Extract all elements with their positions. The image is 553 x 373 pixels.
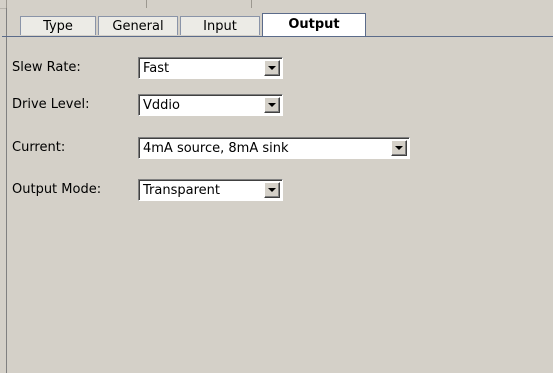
current-value: 4mA source, 8mA sink [143, 141, 289, 156]
tab-label: Output [288, 17, 340, 32]
output-tab-content: Slew Rate: Fast Drive Level: Vddio Curre… [8, 37, 553, 373]
tab-label: General [112, 19, 164, 34]
current-dropdown-button[interactable] [391, 140, 407, 156]
chevron-down-icon [268, 66, 276, 70]
tab-label: Type [43, 19, 73, 34]
column-divider [146, 0, 147, 8]
tab-general[interactable]: General [98, 16, 178, 35]
column-divider [251, 0, 252, 8]
tab-strip: Type General Input Output [2, 12, 553, 37]
chevron-down-icon [268, 188, 276, 192]
tab-label: Input [203, 19, 237, 34]
slew-rate-row: Slew Rate: Fast [8, 55, 553, 79]
drive-level-label: Drive Level: [12, 97, 90, 112]
chevron-down-icon [268, 103, 276, 107]
tab-output[interactable]: Output [262, 13, 366, 36]
drive-level-select[interactable]: Vddio [138, 94, 283, 116]
slew-rate-value: Fast [143, 61, 170, 76]
column-divider [6, 0, 7, 8]
slew-rate-dropdown-button[interactable] [264, 60, 280, 76]
output-mode-dropdown-button[interactable] [264, 182, 280, 198]
current-select[interactable]: 4mA source, 8mA sink [138, 137, 410, 159]
slew-rate-label: Slew Rate: [12, 60, 81, 75]
output-mode-value: Transparent [143, 183, 220, 198]
drive-level-dropdown-button[interactable] [264, 97, 280, 113]
drive-level-row: Drive Level: Vddio [8, 92, 553, 116]
drive-level-value: Vddio [143, 98, 180, 113]
output-mode-row: Output Mode: Transparent [8, 177, 553, 201]
tab-type[interactable]: Type [20, 16, 96, 35]
tab-input[interactable]: Input [180, 16, 260, 35]
slew-rate-select[interactable]: Fast [138, 57, 283, 79]
output-mode-select[interactable]: Transparent [138, 179, 283, 201]
chevron-down-icon [395, 146, 403, 150]
current-row: Current: 4mA source, 8mA sink [8, 135, 553, 159]
output-mode-label: Output Mode: [12, 182, 102, 197]
current-label: Current: [12, 140, 66, 155]
